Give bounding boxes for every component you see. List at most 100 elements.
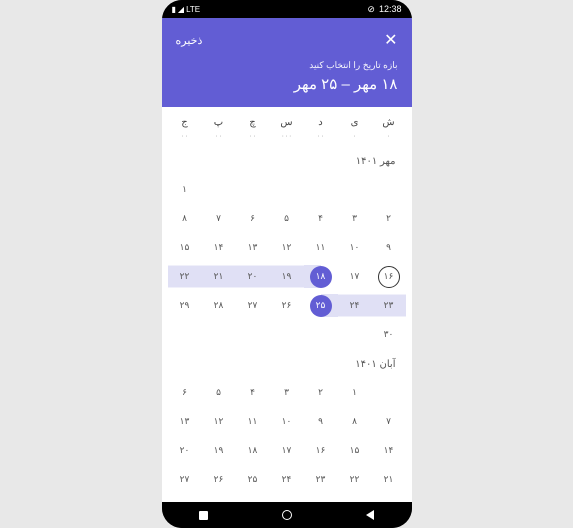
day-cell[interactable]: ۸ — [338, 407, 372, 436]
prompt-text: بازه تاریخ را انتخاب کنید — [176, 60, 398, 71]
day-cell[interactable]: ۲۴ — [338, 291, 372, 320]
empty-cell — [202, 175, 236, 204]
day-cell[interactable]: ۲ — [304, 378, 338, 407]
dot-cell: ۰ — [338, 132, 372, 140]
day-cell[interactable]: ۲۱ — [202, 262, 236, 291]
day-cell[interactable]: ۲۷ — [168, 465, 202, 494]
selected-range: ۱۸ مهر – ۲۵ مهر — [176, 75, 398, 93]
day-cell[interactable]: ۱۲ — [202, 407, 236, 436]
day-cell[interactable]: ۲۸ — [202, 291, 236, 320]
day-cell[interactable]: ۱۰ — [270, 407, 304, 436]
do-not-disturb-icon: ⊘ — [367, 4, 375, 15]
dot-cell: ۰۰ — [304, 132, 338, 140]
month-grid: ۱۲۳۴۵۶۷۸۹۱۰۱۱۱۲۱۳۱۴۱۵۱۶۱۷۱۸۱۹۲۰۲۱۲۲۲۳۲۴۲… — [162, 175, 412, 349]
day-cell[interactable]: ۷ — [202, 204, 236, 233]
status-time: 12:38 — [379, 4, 402, 14]
day-cell[interactable]: ۲۶ — [270, 291, 304, 320]
day-cell[interactable]: ۹ — [372, 233, 406, 262]
day-cell[interactable]: ۱۵ — [338, 436, 372, 465]
day-cell[interactable]: ۲۲ — [168, 262, 202, 291]
dot-cell: ۰۰ — [168, 132, 202, 140]
day-cell[interactable]: ۱ — [338, 378, 372, 407]
close-icon[interactable]: ✕ — [384, 30, 397, 50]
status-bar: 12:38 ⊘ LTE ◢ ▮ — [162, 0, 412, 18]
dot-cell: ۰۰ — [202, 132, 236, 140]
phone-frame: 12:38 ⊘ LTE ◢ ▮ ✕ ذخیره بازه تاریخ را ان… — [162, 0, 412, 528]
day-cell[interactable]: ۱۰ — [338, 233, 372, 262]
empty-cell — [304, 175, 338, 204]
day-cell[interactable]: ۷ — [372, 407, 406, 436]
day-cell[interactable]: ۶ — [168, 378, 202, 407]
weekday-cell: ی — [338, 117, 372, 128]
day-cell[interactable]: ۱۴ — [202, 233, 236, 262]
dot-cell: ۰ — [372, 132, 406, 140]
weekday-cell: س — [270, 117, 304, 128]
month-grid: ۱۲۳۴۵۶۷۸۹۱۰۱۱۱۲۱۳۱۴۱۵۱۶۱۷۱۸۱۹۲۰۲۱۲۲۲۳۲۴۲… — [162, 378, 412, 494]
nav-back[interactable] — [366, 510, 374, 520]
day-cell[interactable]: ۳ — [338, 204, 372, 233]
weekday-cell: ج — [168, 117, 202, 128]
day-cell[interactable]: ۵ — [202, 378, 236, 407]
day-cell[interactable]: ۲۳ — [372, 291, 406, 320]
day-cell[interactable]: ۱۷ — [270, 436, 304, 465]
signal-icon: ◢ — [178, 5, 184, 14]
day-cell[interactable]: ۱۸ — [236, 436, 270, 465]
day-cell[interactable]: ۲۹ — [168, 291, 202, 320]
day-cell[interactable]: ۲۵ — [304, 291, 338, 320]
day-cell[interactable]: ۹ — [304, 407, 338, 436]
weekday-cell: پ — [202, 117, 236, 128]
day-cell[interactable]: ۱۷ — [338, 262, 372, 291]
day-cell[interactable]: ۱۴ — [372, 436, 406, 465]
month-label: آبان ۱۴۰۱ — [162, 349, 412, 378]
day-cell[interactable]: ۲۴ — [270, 465, 304, 494]
day-cell[interactable]: ۱ — [168, 175, 202, 204]
dot-cell: ۰۰۰ — [270, 132, 304, 140]
day-cell[interactable]: ۱۲ — [270, 233, 304, 262]
day-cell[interactable]: ۱۳ — [236, 233, 270, 262]
day-cell[interactable]: ۲۶ — [202, 465, 236, 494]
day-cell[interactable]: ۱۶ — [304, 436, 338, 465]
empty-cell — [236, 175, 270, 204]
day-cell[interactable]: ۱۳ — [168, 407, 202, 436]
picker-header: ✕ ذخیره بازه تاریخ را انتخاب کنید ۱۸ مهر… — [162, 18, 412, 107]
day-cell[interactable]: ۲۷ — [236, 291, 270, 320]
calendar-scroll[interactable]: مهر ۱۴۰۱۱۲۳۴۵۶۷۸۹۱۰۱۱۱۲۱۳۱۴۱۵۱۶۱۷۱۸۱۹۲۰۲… — [162, 146, 412, 502]
day-cell[interactable]: ۱۹ — [202, 436, 236, 465]
battery-icon: ▮ — [172, 5, 176, 14]
save-button[interactable]: ذخیره — [176, 34, 203, 47]
day-cell[interactable]: ۲۲ — [338, 465, 372, 494]
weekday-cell: ش — [372, 117, 406, 128]
empty-cell — [270, 175, 304, 204]
day-cell[interactable]: ۱۸ — [304, 262, 338, 291]
weekday-cell: د — [304, 117, 338, 128]
nav-bar — [162, 502, 412, 528]
day-cell[interactable]: ۲۰ — [168, 436, 202, 465]
month-label: مهر ۱۴۰۱ — [162, 146, 412, 175]
day-cell[interactable]: ۶ — [236, 204, 270, 233]
nav-home[interactable] — [282, 510, 292, 520]
day-cell[interactable]: ۳ — [270, 378, 304, 407]
day-cell[interactable]: ۲۳ — [304, 465, 338, 494]
empty-cell — [372, 175, 406, 204]
weekday-cell: چ — [236, 117, 270, 128]
app-screen: ✕ ذخیره بازه تاریخ را انتخاب کنید ۱۸ مهر… — [162, 18, 412, 502]
nav-recent[interactable] — [199, 511, 208, 520]
empty-cell — [338, 175, 372, 204]
day-cell[interactable]: ۴ — [236, 378, 270, 407]
day-cell[interactable]: ۴ — [304, 204, 338, 233]
day-cell[interactable]: ۸ — [168, 204, 202, 233]
day-cell[interactable]: ۱۹ — [270, 262, 304, 291]
day-cell[interactable]: ۱۵ — [168, 233, 202, 262]
day-cell[interactable]: ۲۵ — [236, 465, 270, 494]
lte-label: LTE — [186, 5, 200, 14]
day-cell[interactable]: ۲۰ — [236, 262, 270, 291]
day-cell[interactable]: ۳۰ — [372, 320, 406, 349]
day-cell[interactable]: ۵ — [270, 204, 304, 233]
day-cell[interactable]: ۱۱ — [304, 233, 338, 262]
day-cell[interactable]: ۲ — [372, 204, 406, 233]
day-cell[interactable]: ۱۱ — [236, 407, 270, 436]
weekday-row: شیدسچپج — [162, 107, 412, 132]
day-cell[interactable]: ۲۱ — [372, 465, 406, 494]
day-cell[interactable]: ۱۶ — [372, 262, 406, 291]
weekday-dots: ۰۰۰۰۰۰۰۰۰۰۰۰۰ — [162, 132, 412, 146]
